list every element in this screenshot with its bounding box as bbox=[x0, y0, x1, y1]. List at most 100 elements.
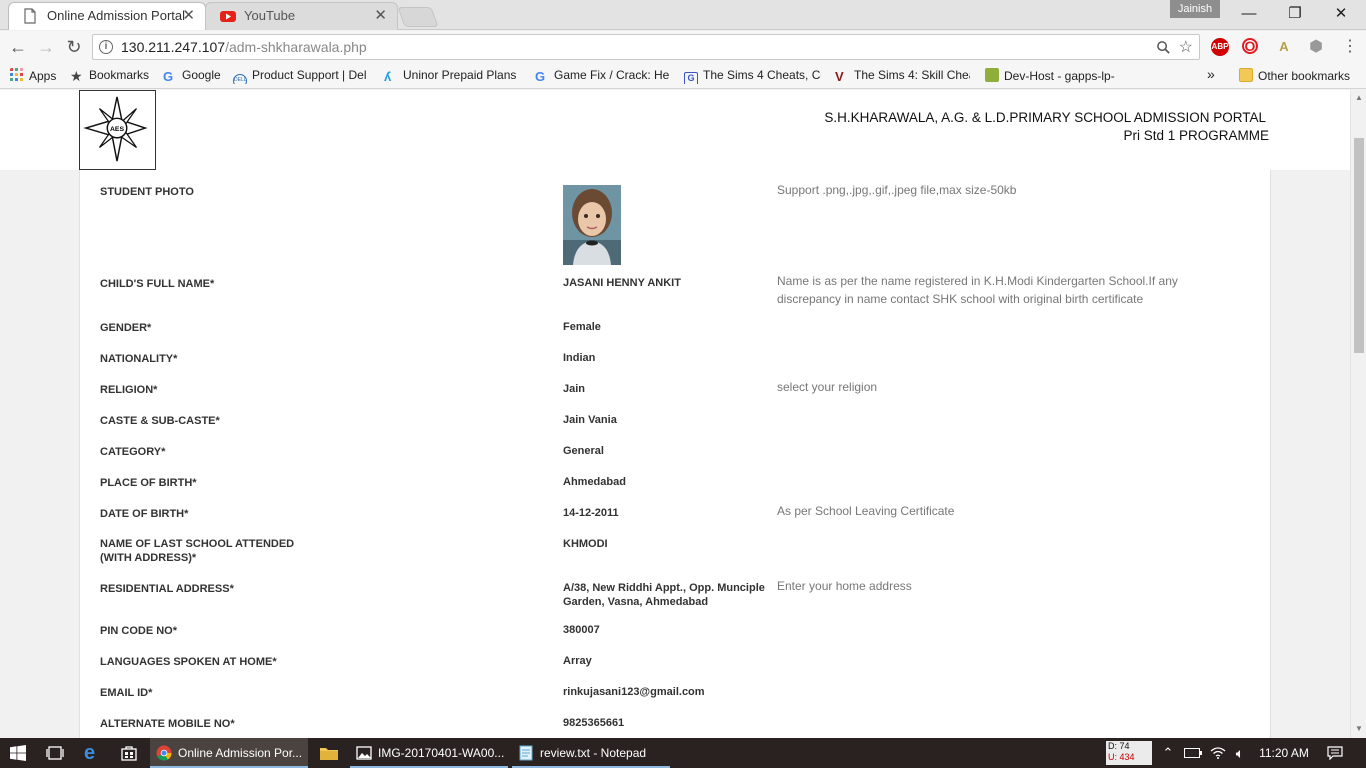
scroll-down-arrow-icon[interactable]: ▼ bbox=[1355, 724, 1363, 733]
bookmark-label: Game Fix / Crack: Hel bbox=[554, 68, 670, 82]
opera-icon[interactable]: O bbox=[1242, 38, 1258, 54]
bookmark-dell[interactable]: DELL Product Support | Del bbox=[233, 68, 368, 84]
chrome-icon bbox=[156, 745, 172, 761]
field-value-alternate-mobile: 9825365661 bbox=[563, 717, 625, 729]
field-label-last-school: NAME OF LAST SCHOOL ATTENDED (WITH ADDRE… bbox=[100, 538, 295, 564]
field-label-email: EMAIL ID* bbox=[100, 687, 153, 699]
task-view-button[interactable] bbox=[40, 738, 70, 768]
field-label-student-photo: STUDENT PHOTO bbox=[100, 186, 194, 198]
field-label-pin-code: PIN CODE NO* bbox=[100, 625, 178, 637]
battery-icon[interactable] bbox=[1182, 738, 1204, 768]
student-photo bbox=[563, 185, 621, 265]
field-label-gender: GENDER* bbox=[100, 322, 152, 334]
bookmark-star-icon[interactable]: ☆ bbox=[1179, 37, 1193, 57]
bookmark-apps[interactable]: Apps bbox=[10, 68, 56, 84]
tab-strip: Online Admission Portal ✕ YouTube ✕ Jain… bbox=[0, 0, 1366, 30]
edge-button[interactable]: e bbox=[76, 738, 108, 768]
bookmark-google[interactable]: G Google bbox=[163, 68, 221, 84]
school-logo: AES bbox=[79, 90, 156, 170]
field-value-caste: Jain Vania bbox=[563, 414, 617, 426]
taskbar-chrome-window[interactable]: Online Admission Por... bbox=[150, 738, 308, 768]
youtube-icon bbox=[220, 11, 236, 22]
field-value-nationality: Indian bbox=[563, 352, 596, 364]
other-bookmarks[interactable]: Other bookmarks bbox=[1239, 68, 1350, 84]
tab-close-icon[interactable]: ✕ bbox=[374, 3, 387, 29]
wifi-icon[interactable] bbox=[1207, 738, 1229, 768]
star-icon: ★ bbox=[70, 68, 83, 84]
field-label-child-name: CHILD'S FULL NAME* bbox=[100, 278, 215, 290]
taskbar-app-label: IMG-20170401-WA00... bbox=[378, 746, 505, 760]
tab-title: Online Admission Portal bbox=[47, 8, 186, 23]
field-value-pin-code: 380007 bbox=[563, 624, 600, 636]
bookmark-dev-host[interactable]: Dev-Host - gapps-lp- bbox=[985, 68, 1120, 84]
bookmark-label: Other bookmarks bbox=[1258, 69, 1351, 83]
hint-residential-address: Enter your home address bbox=[777, 579, 912, 593]
forward-button[interactable]: → bbox=[34, 35, 58, 59]
bookmark-game-fix[interactable]: G Game Fix / Crack: Hel bbox=[535, 68, 670, 84]
edge-icon: e bbox=[84, 742, 96, 764]
wifi-glyph-icon bbox=[1210, 747, 1226, 759]
notepad-icon bbox=[519, 745, 533, 761]
uninor-icon: ʎ bbox=[384, 69, 392, 84]
clock-time[interactable]: 11:20 AM bbox=[1254, 738, 1314, 768]
volume-icon[interactable]: 🔈︎ bbox=[1230, 738, 1250, 768]
reload-button[interactable]: ↻ bbox=[62, 35, 86, 59]
field-value-residential-address: A/38, New Riddhi Appt., Opp. Munciple Ga… bbox=[563, 582, 765, 608]
scroll-up-arrow-icon[interactable]: ▲ bbox=[1355, 93, 1363, 102]
bookmark-sims-cheats[interactable]: G The Sims 4 Cheats, Co bbox=[684, 68, 821, 84]
action-center-icon[interactable] bbox=[1320, 738, 1350, 768]
portal-header: AES S.H.KHARAWALA, A.G. & L.D.PRIMARY SC… bbox=[0, 90, 1350, 170]
store-button[interactable] bbox=[112, 738, 146, 768]
back-button[interactable]: ← bbox=[6, 35, 30, 59]
tab-online-admission-portal[interactable]: Online Admission Portal ✕ bbox=[8, 2, 206, 30]
action-center-glyph-icon bbox=[1327, 746, 1343, 761]
logo-text: AES bbox=[110, 126, 124, 133]
taskbar-notepad-window[interactable]: review.txt - Notepad bbox=[512, 738, 670, 768]
field-value-date-of-birth: 14-12-2011 bbox=[563, 507, 619, 519]
chrome-menu-icon[interactable]: ⋮ bbox=[1338, 35, 1362, 59]
address-bar[interactable]: i 130.211.247.107/adm-shkharawala.php ☆ bbox=[92, 34, 1200, 60]
taskbar-photo-window[interactable]: IMG-20170401-WA00... bbox=[350, 738, 508, 768]
start-button[interactable] bbox=[0, 738, 36, 768]
bookmark-label: The Sims 4: Skill Chea bbox=[854, 68, 970, 82]
vertical-scrollbar[interactable]: ▲ ▼ bbox=[1350, 90, 1366, 738]
file-explorer-icon bbox=[320, 748, 338, 760]
profile-badge[interactable]: Jainish bbox=[1170, 0, 1220, 18]
zoom-icon[interactable] bbox=[1156, 40, 1171, 55]
scrollbar-thumb[interactable] bbox=[1354, 138, 1364, 353]
more-bookmarks-button[interactable]: » bbox=[1207, 66, 1215, 82]
extension-a-icon[interactable]: A bbox=[1275, 38, 1293, 56]
tab-close-icon[interactable]: ✕ bbox=[182, 3, 195, 29]
new-tab-button[interactable] bbox=[397, 7, 439, 27]
tab-youtube[interactable]: YouTube ✕ bbox=[205, 2, 398, 30]
google-icon: G bbox=[535, 69, 546, 84]
info-icon[interactable]: i bbox=[99, 40, 113, 54]
windows-logo-icon bbox=[10, 745, 26, 761]
network-speed-meter: D: 74 U: 434 bbox=[1106, 741, 1152, 765]
bookmark-bookmarks[interactable]: ★ Bookmarks bbox=[70, 68, 149, 84]
url-text[interactable]: 130.211.247.107/adm-shkharawala.php bbox=[121, 39, 367, 55]
download-speed: D: 74 bbox=[1108, 741, 1130, 751]
field-label-residential-address: RESIDENTIAL ADDRESS* bbox=[100, 583, 234, 595]
hint-child-name: Name is as per the name registered in K.… bbox=[777, 274, 1178, 306]
field-value-category: General bbox=[563, 445, 604, 457]
field-value-languages: Array bbox=[563, 655, 592, 667]
bookmark-label: Product Support | Del bbox=[252, 68, 367, 82]
taskbar-file-explorer[interactable] bbox=[312, 738, 346, 768]
field-label-nationality: NATIONALITY* bbox=[100, 353, 178, 365]
bookmark-uninor[interactable]: ʎ Uninor Prepaid Plans bbox=[384, 68, 519, 84]
field-value-email: rinkujasani123@gmail.com bbox=[563, 686, 705, 698]
show-hidden-icons-chevron-icon[interactable]: ⌃ bbox=[1158, 738, 1178, 768]
windows-taskbar: e Online Admission Por... IMG-20170401-W… bbox=[0, 738, 1366, 768]
taskbar-app-label: Online Admission Por... bbox=[178, 746, 303, 760]
store-icon bbox=[121, 746, 137, 761]
dell-icon: DELL bbox=[233, 74, 247, 84]
bookmark-sims-skill[interactable]: V The Sims 4: Skill Chea bbox=[835, 68, 970, 84]
field-value-last-school: KHMODI bbox=[563, 538, 608, 550]
upload-speed: U: 434 bbox=[1108, 752, 1135, 762]
close-window-button[interactable]: ✕ bbox=[1318, 2, 1364, 26]
minimize-button[interactable]: — bbox=[1226, 2, 1272, 26]
adblock-plus-icon[interactable]: ABP bbox=[1211, 38, 1229, 56]
extension-cube-icon[interactable]: ⬢ bbox=[1307, 38, 1325, 56]
restore-button[interactable]: ❐ bbox=[1272, 2, 1318, 26]
